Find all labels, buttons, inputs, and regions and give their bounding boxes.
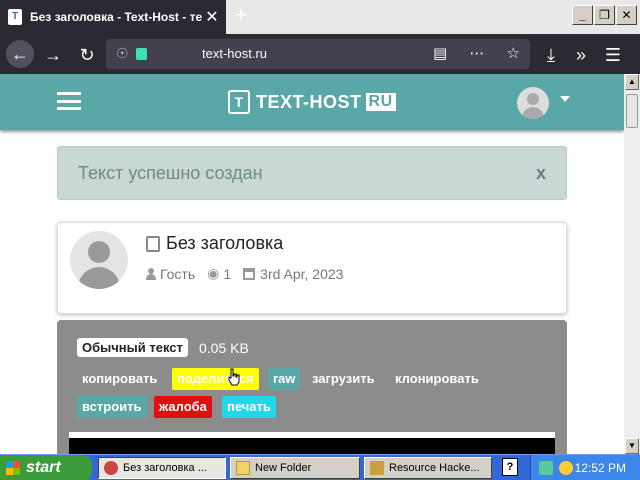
logo-text: TEXT-HOST <box>256 91 362 112</box>
document-copy-icon <box>146 235 160 252</box>
forward-arrow-icon[interactable]: → <box>40 42 66 68</box>
logo-mark-icon: T <box>228 90 250 114</box>
paste-info-card: Без заголовка Гость ◉ 1 3rd Apr, 2023 <box>57 222 567 314</box>
start-button[interactable]: start <box>0 455 92 480</box>
reload-icon[interactable]: ↻ <box>74 42 100 68</box>
folder-icon <box>236 461 250 475</box>
text-type-badge: Обычный текст <box>77 338 188 357</box>
hand-cursor-icon <box>228 368 240 386</box>
task-label: New Folder <box>255 462 312 474</box>
site-logo[interactable]: T TEXT-HOST RU <box>228 90 396 114</box>
overflow-chevron-icon[interactable]: » <box>568 42 594 68</box>
paste-size: 0.05 KB <box>199 340 249 356</box>
new-tab-button[interactable]: + <box>230 4 252 28</box>
user-avatar-icon[interactable] <box>517 87 549 119</box>
download-button[interactable]: загрузить <box>307 368 380 390</box>
tab-strip: T Без заголовка - Text-Host - текс ✕ + _… <box>0 0 640 34</box>
start-label: start <box>26 459 61 476</box>
copy-button[interactable]: копировать <box>77 368 163 390</box>
tracking-shield-icon[interactable]: ☉ <box>116 45 129 62</box>
success-alert: Текст успешно создан x <box>57 146 567 200</box>
url-bar[interactable]: ☉ text-host.ru ▤ ⋯ ☆ <box>106 39 530 69</box>
share-button[interactable]: поделиться <box>172 368 259 390</box>
downloads-icon[interactable]: ⤓ <box>538 42 564 68</box>
site-header: T TEXT-HOST RU <box>0 74 624 130</box>
network-icon[interactable] <box>539 461 553 475</box>
menu-icon[interactable]: ☰ <box>600 42 626 68</box>
author-avatar-icon <box>70 231 128 289</box>
vertical-scrollbar[interactable]: ▲ ▼ <box>624 74 640 454</box>
help-icon[interactable]: ? <box>502 458 518 476</box>
tab-close-icon[interactable]: ✕ <box>202 7 222 27</box>
maximize-button[interactable]: ❐ <box>594 5 615 25</box>
report-button[interactable]: жалоба <box>154 396 212 418</box>
taskbar-item-browser[interactable]: Без заголовка ... <box>98 457 226 479</box>
windows-logo-icon <box>6 461 20 475</box>
paste-date: 3rd Apr, 2023 <box>260 265 344 282</box>
user-menu-caret-icon[interactable] <box>560 96 570 102</box>
scroll-thumb[interactable] <box>626 94 638 128</box>
task-label: Resource Hacke... <box>389 462 480 474</box>
paste-content-area[interactable] <box>69 432 555 454</box>
hamburger-menu-icon[interactable] <box>57 92 81 110</box>
paste-title: Без заголовка <box>146 233 283 254</box>
author-name: Гость <box>160 265 196 282</box>
calendar-icon <box>243 267 256 280</box>
system-tray: 12:52 PM <box>530 455 640 480</box>
embed-button[interactable]: встроить <box>77 396 147 418</box>
tab-active[interactable]: T Без заголовка - Text-Host - текс ✕ <box>0 0 226 34</box>
paste-meta: Гость ◉ 1 3rd Apr, 2023 <box>146 265 355 282</box>
eye-icon: ◉ <box>207 265 220 281</box>
reader-view-icon[interactable]: ▤ <box>433 45 447 62</box>
clock: 12:52 PM <box>574 461 626 475</box>
alert-message: Текст успешно создан <box>78 163 263 183</box>
bookmark-star-icon[interactable]: ☆ <box>507 45 520 62</box>
nav-bar: ← → ↻ ☉ text-host.ru ▤ ⋯ ☆ ⤓ » ☰ <box>0 34 640 74</box>
scroll-down-arrow-icon[interactable]: ▼ <box>625 438 639 454</box>
paste-panel: Обычный текст 0.05 KB копировать поделит… <box>57 320 567 454</box>
taskbar-item-folder[interactable]: New Folder <box>230 457 360 479</box>
browser-icon <box>104 461 118 475</box>
resource-hacker-icon <box>370 461 384 475</box>
close-window-button[interactable]: ✕ <box>616 5 637 25</box>
raw-button[interactable]: raw <box>268 368 301 390</box>
web-page: T TEXT-HOST RU Текст успешно создан x Бе… <box>0 74 624 454</box>
alert-close-button[interactable]: x <box>536 163 546 184</box>
logo-ru: RU <box>365 93 396 111</box>
back-arrow-icon[interactable]: ← <box>6 40 34 68</box>
task-label: Без заголовка ... <box>123 462 207 474</box>
view-count: 1 <box>223 265 232 282</box>
url-text[interactable]: text-host.ru <box>202 46 267 61</box>
taskbar: start Без заголовка ... New Folder Resou… <box>0 454 640 480</box>
scroll-up-arrow-icon[interactable]: ▲ <box>625 74 639 90</box>
site-favicon-icon: T <box>8 9 22 25</box>
print-button[interactable]: печать <box>222 396 276 418</box>
more-actions-icon[interactable]: ⋯ <box>469 45 484 62</box>
clone-button[interactable]: клонировать <box>390 368 484 390</box>
minimize-button[interactable]: _ <box>572 5 593 25</box>
taskbar-item-resource-hacker[interactable]: Resource Hacke... <box>364 457 492 479</box>
lock-icon[interactable] <box>136 48 147 60</box>
paste-title-text: Без заголовка <box>166 233 284 253</box>
screen: T Без заголовка - Text-Host - текс ✕ + _… <box>0 0 640 480</box>
tab-title: Без заголовка - Text-Host - текс <box>30 10 202 24</box>
user-icon <box>146 267 156 280</box>
search-tray-icon[interactable] <box>559 461 573 475</box>
